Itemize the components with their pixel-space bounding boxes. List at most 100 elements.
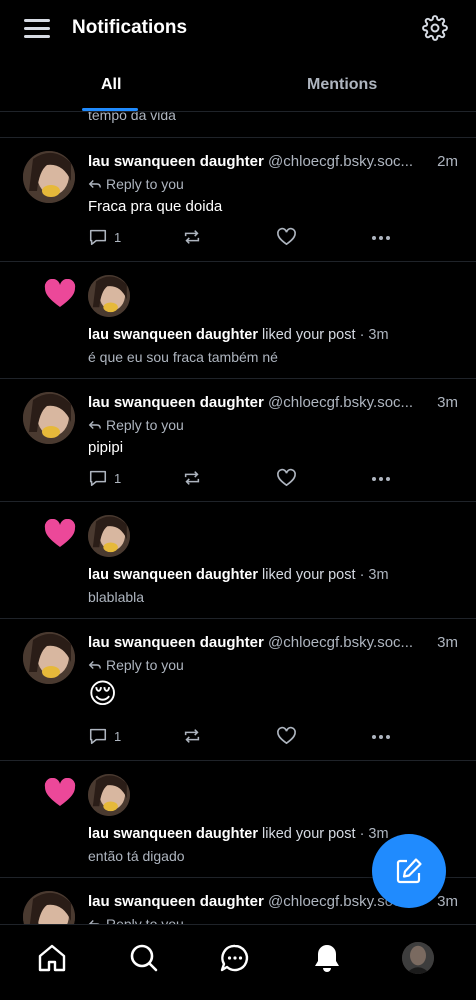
timestamp: · 3m: [359, 826, 389, 842]
reply-count: 1: [114, 470, 122, 486]
comment-icon: [89, 470, 107, 487]
heart-outline-icon: [277, 468, 296, 487]
reply-label: Reply to you: [106, 916, 184, 924]
repost-button[interactable]: [182, 227, 202, 247]
reply-indicator: Reply to you: [88, 176, 184, 192]
more-options-button[interactable]: [370, 468, 392, 490]
bell-icon[interactable]: [310, 941, 344, 975]
reply-notification[interactable]: lau swanqueen daughter @chloecgf.bsky.so…: [0, 138, 476, 261]
timestamp: 3m: [437, 394, 458, 411]
heart-filled-icon: [44, 278, 76, 309]
repost-button[interactable]: [182, 726, 202, 746]
reply-count: 1: [114, 728, 122, 744]
chat-icon[interactable]: [218, 941, 252, 975]
avatar[interactable]: [23, 632, 75, 684]
active-tab-indicator: [82, 108, 138, 111]
reply-notification[interactable]: lau swanqueen daughter @chloecgf.bsky.so…: [0, 379, 476, 501]
repost-icon: [184, 729, 200, 743]
reply-arrow-icon: [88, 180, 101, 188]
reply-label: Reply to you: [106, 657, 184, 673]
like-notification[interactable]: lau swanqueen daughter liked your post ·…: [0, 502, 476, 618]
author-name[interactable]: lau swanqueen daughter: [88, 634, 264, 651]
reply-indicator: Reply to you: [88, 916, 184, 924]
timestamp: 2m: [437, 153, 458, 170]
repost-icon: [184, 471, 200, 485]
like-button[interactable]: [276, 227, 297, 248]
author-line: lau swanqueen daughter @chloecgf.bsky.so…: [88, 634, 460, 651]
home-icon[interactable]: [35, 941, 69, 975]
liked-post-preview: então tá digado: [88, 848, 185, 864]
more-dots-icon: [372, 735, 390, 739]
more-dots-icon: [372, 477, 390, 481]
post-emoji: 😌: [88, 678, 118, 709]
avatar[interactable]: [88, 515, 130, 557]
author-name[interactable]: lau swanqueen daughter: [88, 567, 258, 583]
gear-icon[interactable]: [422, 15, 448, 41]
tab-all[interactable]: All: [101, 76, 121, 94]
timestamp: · 3m: [359, 327, 389, 343]
author-handle[interactable]: @chloecgf.bsky.soc...: [268, 394, 413, 411]
more-options-button[interactable]: [370, 227, 392, 249]
post-text: pipipi: [88, 439, 124, 456]
timestamp: 3m: [437, 634, 458, 651]
like-button[interactable]: [276, 468, 297, 489]
reply-label: Reply to you: [106, 176, 184, 192]
author-line: lau swanqueen daughter @chloecgf.bsky.so…: [88, 394, 460, 411]
like-verb: liked your post: [262, 327, 356, 343]
post-actions: 1: [88, 227, 408, 249]
author-name[interactable]: lau swanqueen daughter: [88, 826, 258, 842]
heart-outline-icon: [277, 227, 296, 246]
post-actions: 1: [88, 726, 408, 748]
profile-avatar[interactable]: [401, 941, 435, 975]
top-bar: Notifications: [0, 0, 476, 56]
avatar[interactable]: [23, 151, 75, 203]
reply-button[interactable]: 1: [88, 726, 121, 746]
repost-icon: [184, 230, 200, 244]
like-button[interactable]: [276, 726, 297, 747]
reply-arrow-icon: [88, 661, 101, 669]
author-name[interactable]: lau swanqueen daughter: [88, 153, 264, 170]
liked-post-preview: é que eu sou fraca também né: [88, 349, 278, 365]
reply-arrow-icon: [88, 920, 100, 924]
notification-feed[interactable]: tempo da vida lau swanqueen daughter @ch…: [0, 112, 476, 924]
timestamp: · 3m: [359, 567, 389, 583]
author-handle[interactable]: @chloecgf.bsky.soc...: [268, 153, 413, 170]
notification-tabs: All Mentions: [0, 64, 476, 112]
repost-button[interactable]: [182, 468, 202, 488]
reply-button[interactable]: 1: [88, 227, 121, 247]
author-name[interactable]: lau swanqueen daughter: [88, 327, 258, 343]
heart-outline-icon: [277, 726, 296, 745]
timestamp: 3m: [437, 893, 458, 910]
comment-icon: [89, 229, 107, 246]
post-actions: 1: [88, 468, 408, 490]
heart-filled-icon: [44, 777, 76, 808]
avatar[interactable]: [23, 891, 75, 924]
author-line: lau swanqueen daughter @chloecgf.bsky.so…: [88, 153, 460, 170]
reply-button[interactable]: 1: [88, 468, 121, 488]
like-description: lau swanqueen daughter liked your post ·…: [88, 327, 389, 343]
author-name[interactable]: lau swanqueen daughter: [88, 893, 264, 910]
like-description: lau swanqueen daughter liked your post ·…: [88, 567, 389, 583]
compose-post-button[interactable]: [372, 834, 446, 908]
page-title: Notifications: [72, 17, 188, 38]
avatar: [402, 942, 434, 974]
like-notification[interactable]: lau swanqueen daughter liked your post ·…: [0, 262, 476, 378]
like-description: lau swanqueen daughter liked your post ·…: [88, 826, 389, 842]
compose-pencil-icon: [396, 858, 422, 884]
hamburger-menu-icon[interactable]: [24, 16, 52, 40]
tab-mentions[interactable]: Mentions: [307, 76, 377, 94]
reply-notification[interactable]: lau swanqueen daughter @chloecgf.bsky.so…: [0, 619, 476, 760]
author-handle[interactable]: @chloecgf.bsky.soc...: [268, 634, 413, 651]
reply-arrow-icon: [88, 421, 101, 429]
reply-count: 1: [114, 229, 122, 245]
previous-post-text: tempo da vida: [88, 112, 176, 123]
liked-post-preview: blablabla: [88, 589, 145, 605]
like-verb: liked your post: [262, 567, 356, 583]
avatar[interactable]: [88, 275, 130, 317]
author-name[interactable]: lau swanqueen daughter: [88, 394, 264, 411]
search-icon[interactable]: [127, 941, 161, 975]
avatar[interactable]: [88, 774, 130, 816]
avatar[interactable]: [23, 392, 75, 444]
more-options-button[interactable]: [370, 726, 392, 748]
post-text: Fraca pra que doida: [88, 198, 223, 215]
